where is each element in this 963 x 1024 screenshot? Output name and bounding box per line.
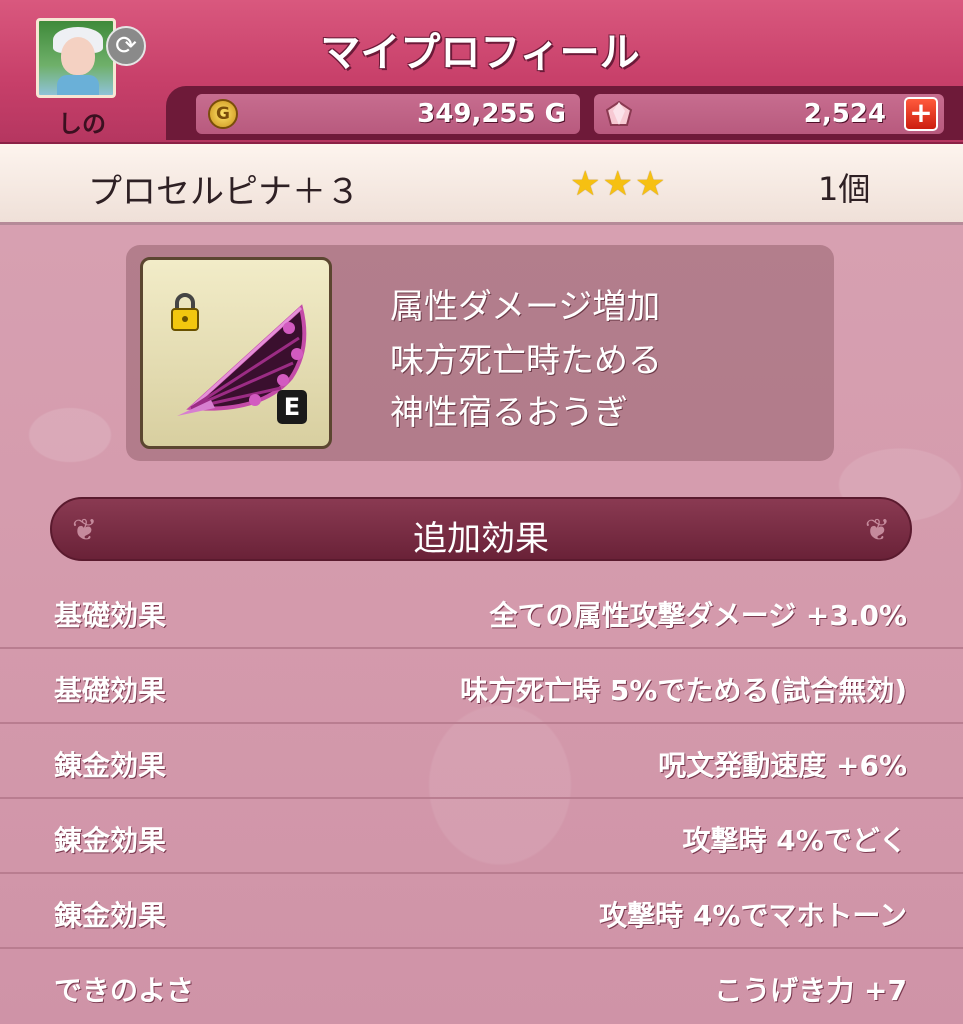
effect-row: 基礎効果 味方死亡時 5%でためる(試合無効): [0, 647, 963, 724]
section-title: 追加効果: [413, 519, 549, 559]
avatar-face: [61, 37, 95, 75]
effect-label: 錬金効果: [54, 899, 167, 932]
effect-row: できのよさ こうげき力 +7: [0, 947, 963, 1022]
effect-value: 攻撃時 4%でどく: [682, 824, 907, 857]
item-description-panel: E 属性ダメージ増加 味方死亡時ためる 神性宿るおうぎ: [126, 245, 834, 461]
item-icon-frame[interactable]: E: [140, 257, 332, 449]
effect-value: 呪文発動速度 +6%: [658, 749, 907, 782]
item-name: プロセルピナ＋３: [88, 172, 360, 212]
item-description-line-1: 属性ダメージ増加: [390, 287, 661, 327]
page-title: マイプロフィール: [320, 30, 640, 76]
switch-character-icon[interactable]: ⟳: [106, 26, 146, 66]
flourish-right-icon: ❦: [864, 513, 890, 548]
item-description-line-3: 神性宿るおうぎ: [390, 393, 628, 433]
header-bar: ⟳ しの マイプロフィール G 349,255 G 2,524 +: [0, 0, 963, 145]
equipped-badge: E: [277, 390, 307, 424]
lock-icon: [171, 293, 199, 331]
effect-value: 全ての属性攻撃ダメージ +3.0%: [489, 599, 907, 632]
effect-row: 錬金効果 呪文発動速度 +6%: [0, 722, 963, 799]
effect-value: こうげき力 +7: [714, 974, 907, 1007]
effect-label: 基礎効果: [54, 674, 167, 707]
gem-icon: [605, 101, 633, 126]
effect-value: 味方死亡時 5%でためる(試合無効): [460, 674, 907, 707]
gem-display: 2,524 +: [594, 94, 944, 134]
effect-row: 錬金効果 攻撃時 4%でマホトーン: [0, 872, 963, 949]
effect-label: できのよさ: [54, 974, 195, 1007]
gem-value: 2,524: [803, 99, 886, 129]
effect-row: 基礎効果 全ての属性攻撃ダメージ +3.0%: [0, 572, 963, 649]
effect-label: 錬金効果: [54, 749, 167, 782]
buy-gems-button[interactable]: +: [904, 97, 938, 131]
effect-value: 攻撃時 4%でマホトーン: [599, 899, 907, 932]
effect-label: 錬金効果: [54, 824, 167, 857]
section-banner: ❦ 追加効果 ❦: [50, 497, 912, 561]
item-count: 1個: [818, 170, 871, 208]
item-detail-content: E 属性ダメージ増加 味方死亡時ためる 神性宿るおうぎ ❦ 追加効果 ❦ 基礎効…: [0, 225, 963, 1024]
item-rarity-stars: ★★★: [570, 164, 668, 204]
gold-value: 349,255 G: [417, 99, 566, 129]
gold-coin-icon: G: [208, 99, 238, 129]
avatar[interactable]: [36, 18, 116, 98]
avatar-body: [57, 75, 99, 95]
effect-row: 錬金効果 攻撃時 4%でどく: [0, 797, 963, 874]
item-description-line-2: 味方死亡時ためる: [390, 341, 662, 381]
gold-display: G 349,255 G: [196, 94, 580, 134]
player-name: しの: [58, 110, 106, 138]
effect-label: 基礎効果: [54, 599, 167, 632]
item-title-bar: プロセルピナ＋３ ★★★ 1個: [0, 144, 963, 225]
